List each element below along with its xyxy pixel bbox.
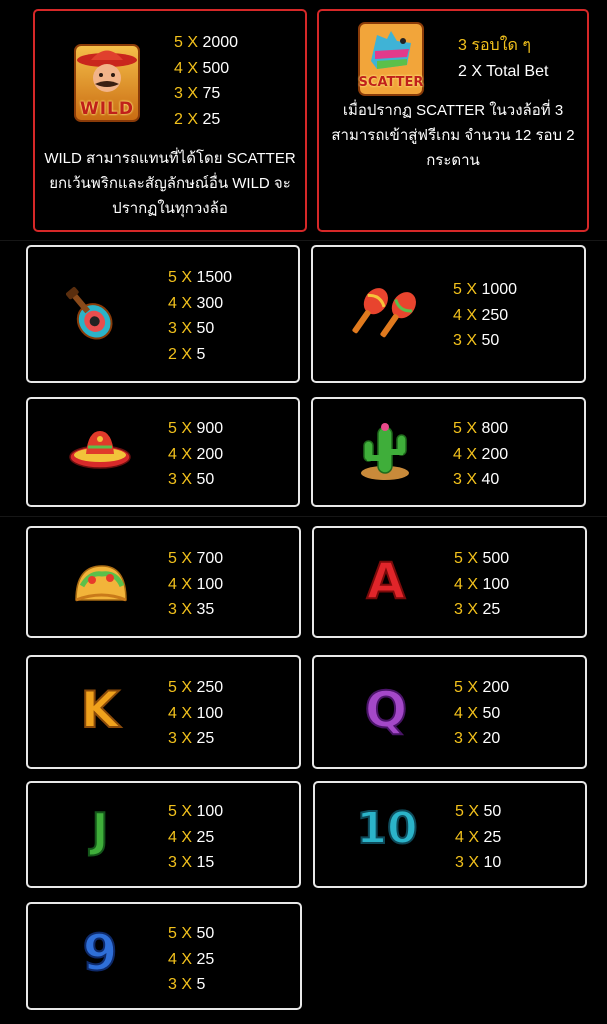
wild-symbol-icon: WILD [73,43,141,128]
pay-row: 5 X 250 [168,679,224,696]
pay-row: 4 X 100 [454,575,510,593]
wild-card: WILD 5 X 2000 4 X 500 3 X 75 2 X 25 WILD… [33,9,307,232]
pay-row: 5 X 100 [168,803,224,820]
9-paytable: 5 X 50 4 X 25 3 X 5 [168,921,214,998]
guitar-paytable: 5 X 1500 4 X 300 3 X 50 2 X 5 [168,265,232,367]
scatter-badge: SCATTER [358,75,424,90]
symbol-card-j: J 5 X 100 4 X 25 3 X 15 [26,781,301,888]
wild-paytable: 5 X 2000 4 X 500 3 X 75 2 X 25 [174,30,238,132]
guitar-icon [65,277,134,346]
pay-row: 2 X 25 [174,110,221,128]
symbol-card-taco: 5 X 700 4 X 100 3 X 35 [26,526,301,638]
symbol-card-sombrero: 5 X 900 4 X 200 3 X 50 [26,397,300,507]
maracas-paytable: 5 X 1000 4 X 250 3 X 50 [453,277,517,354]
a-paytable: 5 X 500 4 X 100 3 X 25 [454,546,509,623]
pay-row: 5 X 800 [453,420,509,437]
pay-row: 3 X 25 [454,601,501,618]
section-divider [0,516,607,517]
j-paytable: 5 X 100 4 X 25 3 X 15 [168,799,223,876]
cactus-icon [357,419,413,486]
section-divider [0,240,607,241]
pay-row: 4 X 100 [168,575,224,593]
pay-row: 5 X 50 [168,925,215,942]
k-paytable: 5 X 250 4 X 100 3 X 25 [168,675,223,752]
pay-row: 2 X 5 [168,345,206,363]
pay-row: 5 X 2000 [174,34,239,51]
pay-row: 5 X 900 [168,420,224,437]
pay-row: 5 X 500 [454,550,510,567]
scatter-description: เมื่อปรากฏ SCATTER ในวงล้อที่ 3 สามารถเข… [331,102,575,169]
q-paytable: 5 X 200 4 X 50 3 X 20 [454,675,509,752]
taco-paytable: 5 X 700 4 X 100 3 X 35 [168,546,223,623]
number-10-icon: 10 [355,802,418,855]
wild-badge: WILD [79,99,135,119]
letter-a-icon: A [366,551,407,611]
pay-row: 4 X 25 [168,950,215,968]
scatter-trigger-payout: 2 X Total Bet [458,62,549,80]
letter-j-icon: J [90,802,109,858]
scatter-trigger: 3 รอบใด ๆ 2 X Total Bet [458,33,548,84]
pay-row: 4 X 500 [174,59,230,77]
10-paytable: 5 X 50 4 X 25 3 X 10 [455,799,501,876]
pay-row: 3 X 35 [168,601,215,618]
scatter-symbol-icon: SCATTER [357,21,425,102]
pay-row: 4 X 25 [168,828,215,846]
symbol-card-cactus: 5 X 800 4 X 200 3 X 40 [311,397,586,507]
pay-row: 4 X 300 [168,294,224,312]
wild-description: WILD สามารถแทนที่ได้โดย SCATTER ยกเว้นพร… [44,150,296,217]
pay-row: 3 X 15 [168,854,215,871]
pay-row: 3 X 10 [455,854,502,871]
pay-row: 4 X 200 [453,445,509,463]
pay-row: 4 X 250 [453,306,509,324]
letter-k-icon: K [80,680,121,740]
sombrero-icon [68,427,132,476]
pay-row: 3 X 50 [453,332,500,349]
pay-row: 5 X 200 [454,679,510,696]
pay-row: 3 X 40 [453,471,500,488]
symbol-card-guitar: 5 X 1500 4 X 300 3 X 50 2 X 5 [26,245,300,383]
taco-icon [72,560,130,611]
pay-row: 3 X 75 [174,85,221,102]
pay-row: 5 X 50 [455,803,502,820]
pay-row: 3 X 5 [168,976,206,993]
pay-row: 5 X 1500 [168,269,233,286]
pay-row: 4 X 50 [454,704,501,722]
letter-q-icon: Q [364,680,409,740]
pay-row: 3 X 50 [168,471,215,488]
pay-row: 3 X 20 [454,730,501,747]
symbol-card-q: Q 5 X 200 4 X 50 3 X 20 [312,655,587,769]
sombrero-paytable: 5 X 900 4 X 200 3 X 50 [168,416,223,493]
symbol-card-10: 10 5 X 50 4 X 25 3 X 10 [313,781,587,888]
scatter-trigger-count: 3 รอบใด ๆ [458,37,531,54]
pay-row: 4 X 25 [455,828,502,846]
symbol-card-a: A 5 X 500 4 X 100 3 X 25 [312,526,587,638]
pay-row: 4 X 200 [168,445,224,463]
pay-row: 5 X 1000 [453,281,518,298]
maracas-icon [349,281,419,352]
number-9-icon: 9 [82,923,119,983]
symbol-card-k: K 5 X 250 4 X 100 3 X 25 [26,655,301,769]
symbol-card-9: 9 5 X 50 4 X 25 3 X 5 [26,902,302,1010]
scatter-card: SCATTER 3 รอบใด ๆ 2 X Total Bet เมื่อปรา… [317,9,589,232]
pay-row: 4 X 100 [168,704,224,722]
pay-row: 5 X 700 [168,550,224,567]
symbol-card-maracas: 5 X 1000 4 X 250 3 X 50 [311,245,586,383]
pay-row: 3 X 25 [168,730,215,747]
cactus-paytable: 5 X 800 4 X 200 3 X 40 [453,416,508,493]
pay-row: 3 X 50 [168,320,215,337]
